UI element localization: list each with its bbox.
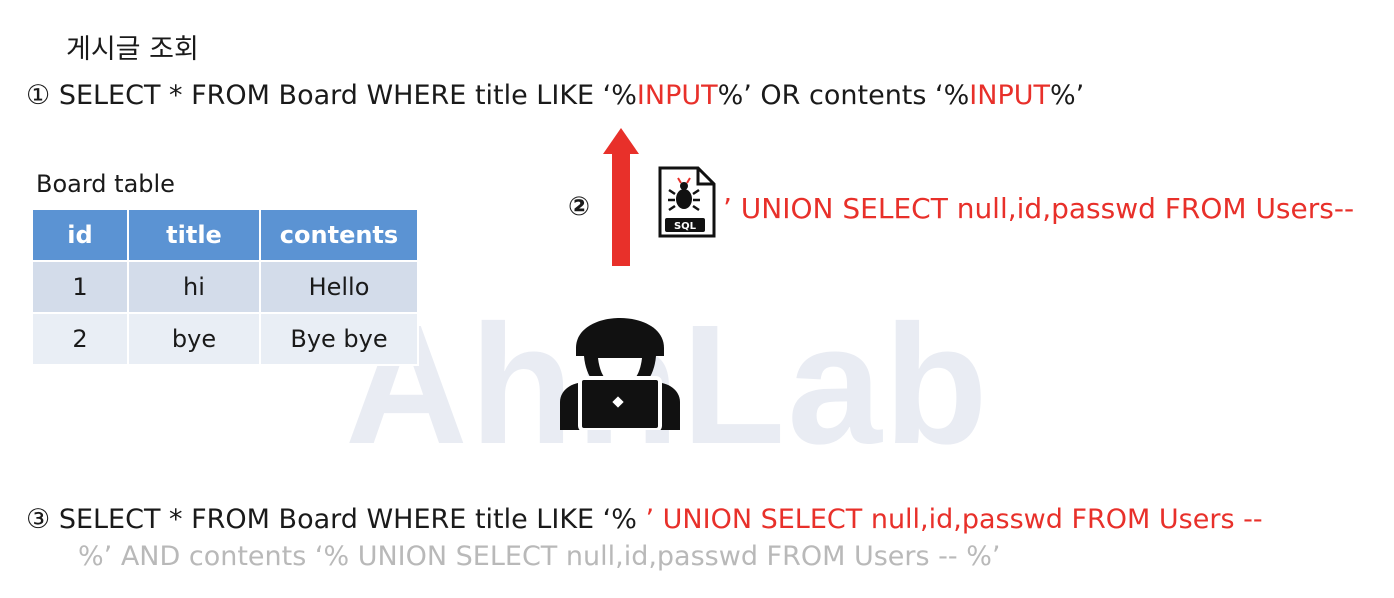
injection-payload: ’ UNION SELECT null,id,passwd FROM Users… — [723, 192, 1355, 225]
cell-id: 2 — [31, 312, 129, 366]
injected-sql: ’ UNION SELECT null,id,passwd FROM Users… — [645, 504, 1263, 535]
cell-contents: Hello — [259, 260, 419, 314]
cell-contents: Bye bye — [259, 312, 419, 366]
cell-id: 1 — [31, 260, 129, 314]
cell-title: bye — [127, 312, 261, 366]
cell-title: hi — [127, 260, 261, 314]
query-3-prefix: SELECT * FROM Board WHERE title LIKE ‘% — [58, 504, 646, 535]
step-3-marker: ③ — [26, 504, 51, 535]
commented-out-sql: %’ AND contents ‘% UNION SELECT null,id,… — [78, 541, 1001, 572]
table-row: 1 hi Hello — [31, 260, 419, 314]
header-contents: contents — [259, 208, 419, 262]
header-title: title — [127, 208, 261, 262]
header-id: id — [31, 208, 129, 262]
query-step-1: ① SELECT * FROM Board WHERE title LIKE ‘… — [26, 80, 1084, 111]
step-2-marker: ② — [568, 192, 591, 222]
sql-file-tag: SQL — [674, 221, 697, 232]
table-row: 2 bye Bye bye — [31, 312, 419, 366]
step-1-marker: ① — [26, 80, 51, 111]
input-placeholder-2: INPUT — [969, 80, 1050, 111]
hacker-at-laptop-icon — [560, 318, 680, 430]
board-table-label: Board table — [36, 170, 175, 198]
arrow-up-icon — [603, 128, 639, 266]
input-placeholder-1: INPUT — [636, 80, 718, 111]
query-1-middle: %’ OR contents ‘% — [717, 80, 970, 111]
board-table: id title contents 1 hi Hello 2 bye Bye b… — [31, 208, 419, 366]
page-title: 게시글 조회 — [66, 34, 199, 65]
table-header-row: id title contents — [31, 208, 419, 262]
query-1-suffix: %’ — [1050, 80, 1085, 111]
query-1-prefix: SELECT * FROM Board WHERE title LIKE ‘% — [58, 80, 637, 111]
query-step-3: ③ SELECT * FROM Board WHERE title LIKE ‘… — [26, 504, 1263, 535]
sql-bug-file-icon: SQL — [658, 166, 716, 238]
